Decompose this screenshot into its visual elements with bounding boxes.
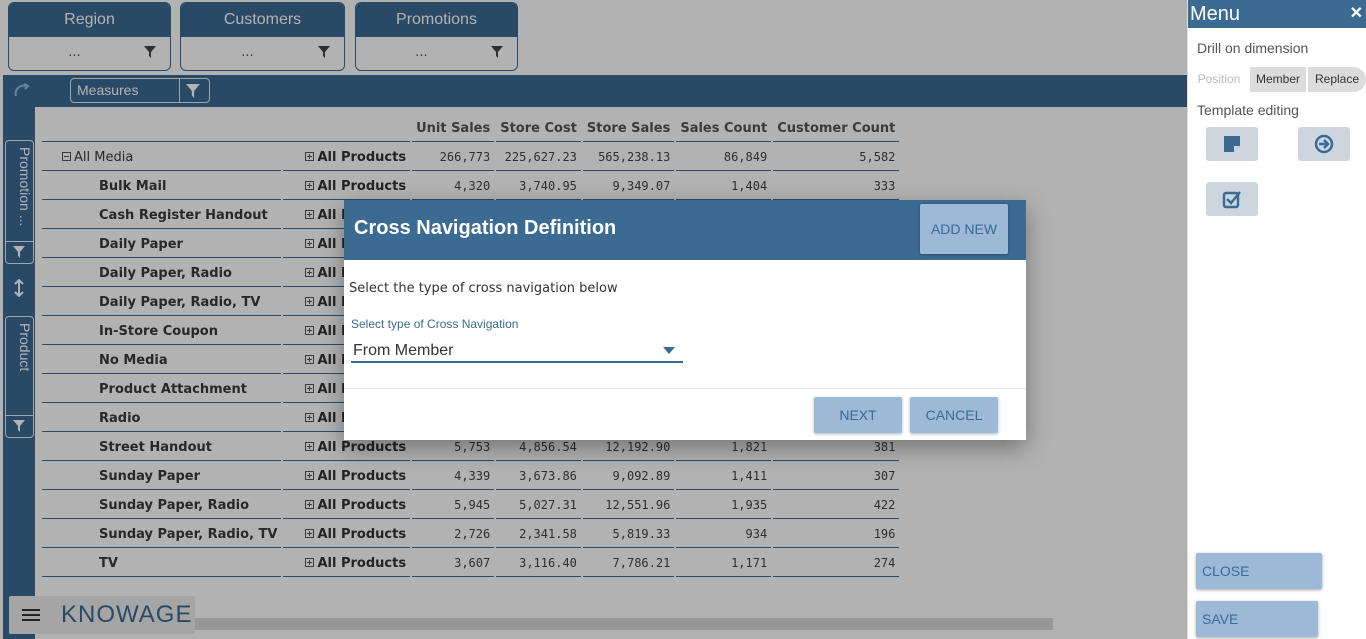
select-label: Select type of Cross Navigation — [351, 317, 519, 331]
add-new-button[interactable]: ADD NEW — [920, 204, 1008, 254]
menu-title: Menu — [1190, 3, 1241, 25]
checklist-button[interactable] — [1206, 182, 1258, 216]
checkbox-edit-icon — [1222, 191, 1241, 209]
dialog-prompt: Select the type of cross navigation belo… — [349, 281, 618, 296]
drill-label: Drill on dimension — [1197, 40, 1309, 56]
navigation-type-select[interactable]: From Member — [351, 337, 683, 363]
close-designer-button[interactable]: CLOSE DESIGNER — [1196, 553, 1322, 615]
drill-option-member[interactable]: Member — [1250, 67, 1306, 92]
cross-navigation-dialog: Cross Navigation Definition ADD NEW Sele… — [344, 200, 1026, 440]
note-icon — [1224, 136, 1240, 152]
next-button[interactable]: NEXT — [814, 397, 902, 433]
template-editing-label: Template editing — [1197, 102, 1299, 118]
drill-option-position[interactable]: Position — [1191, 67, 1247, 92]
note-button[interactable] — [1206, 127, 1258, 161]
dialog-header: Cross Navigation Definition ADD NEW — [344, 200, 1026, 260]
dialog-divider — [344, 388, 1026, 389]
side-menu: Menu ✕ Drill on dimension Position Membe… — [1187, 0, 1366, 639]
cancel-button[interactable]: CANCEL — [910, 397, 998, 433]
cross-navigation-button[interactable] — [1298, 127, 1350, 161]
save-template-button[interactable]: SAVE TEMPLATE — [1196, 601, 1318, 637]
arrow-circle-right-icon — [1314, 134, 1334, 154]
select-value: From Member — [353, 342, 454, 359]
drill-option-replace[interactable]: Replace — [1308, 67, 1366, 92]
menu-header: Menu ✕ — [1188, 0, 1366, 28]
chevron-down-icon — [663, 347, 675, 354]
dialog-title: Cross Navigation Definition — [354, 217, 617, 239]
close-icon[interactable]: ✕ — [1350, 0, 1363, 28]
